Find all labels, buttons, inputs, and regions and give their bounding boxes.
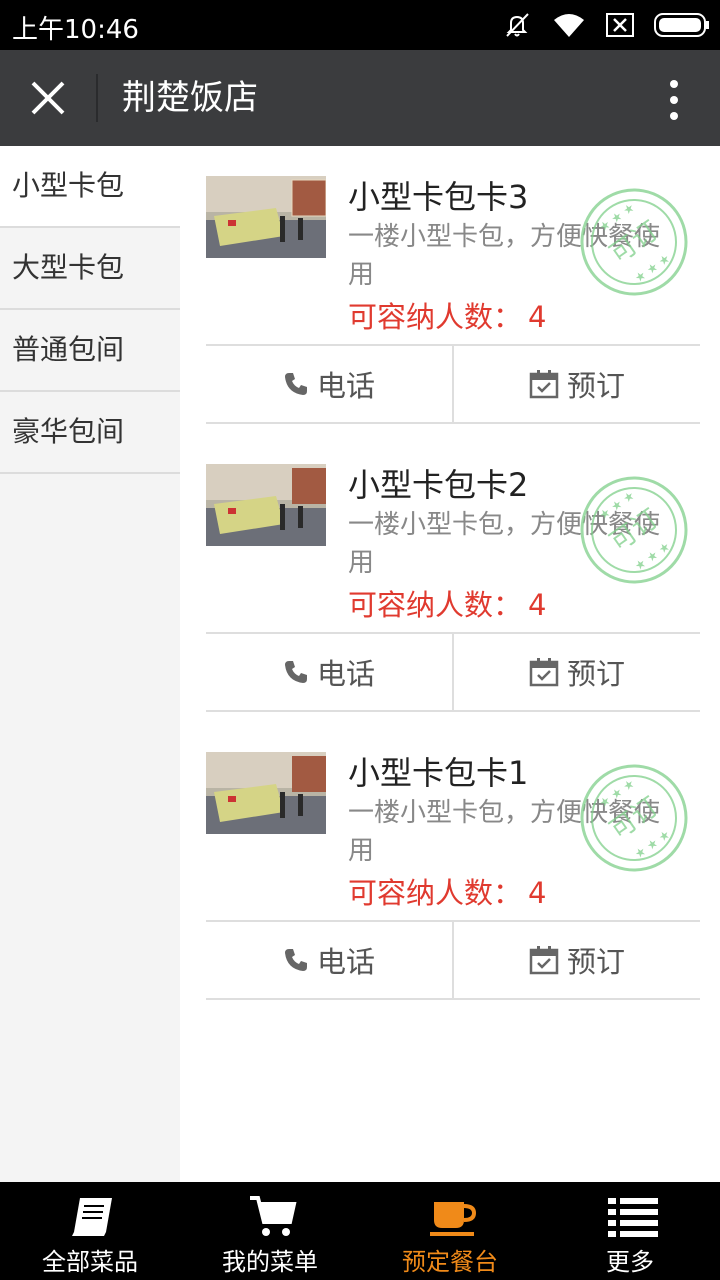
tab-all-dishes[interactable]: 全部菜品 xyxy=(0,1182,180,1280)
room-name: 小型卡包卡2 xyxy=(348,466,529,504)
available-stamp-icon: 可订 ★ ★ ★ ★ ★ ★ xyxy=(580,476,688,584)
book-label: 预订 xyxy=(566,369,625,403)
room-actions: 电话 预订 xyxy=(206,344,700,424)
sidebar-item-private-room[interactable]: 普通包间 xyxy=(0,310,180,392)
room-name: 小型卡包卡3 xyxy=(348,178,529,216)
wifi-icon xyxy=(554,14,584,37)
capacity-label: 可容纳人数： xyxy=(348,876,523,910)
room-name: 小型卡包卡1 xyxy=(348,754,529,792)
room-card: 小型卡包卡3 一楼小型卡包，方便快餐使用 可容纳人数： 4 可订 ★ ★ ★ ★ … xyxy=(206,146,700,434)
room-card: 小型卡包卡1 一楼小型卡包，方便快餐使用 可容纳人数： 4 可订 ★ ★ ★ ★ … xyxy=(206,722,700,1010)
capacity-value: 4 xyxy=(528,588,547,622)
tab-label: 预定餐台 xyxy=(402,1248,498,1276)
room-photo xyxy=(206,752,326,834)
book-button[interactable]: 预订 xyxy=(452,346,700,422)
close-icon[interactable] xyxy=(24,74,72,122)
no-sim-icon xyxy=(606,13,634,37)
room-capacity: 可容纳人数： 4 xyxy=(348,294,546,336)
room-actions: 电话 预订 xyxy=(206,632,700,712)
capacity-label: 可容纳人数： xyxy=(348,588,523,622)
room-photo xyxy=(206,176,326,258)
tab-label: 更多 xyxy=(606,1248,654,1276)
bottom-nav: 全部菜品 我的菜单 预定餐台 更多 xyxy=(0,1182,720,1280)
calendar-check-icon xyxy=(529,658,559,687)
status-time: 上午10:46 xyxy=(12,15,139,45)
tab-more[interactable]: 更多 xyxy=(540,1182,720,1280)
book-label: 预订 xyxy=(566,945,625,979)
call-button[interactable]: 电话 xyxy=(206,634,452,710)
available-stamp-icon: 可订 ★ ★ ★ ★ ★ ★ xyxy=(580,188,688,296)
sidebar-item-large-booth[interactable]: 大型卡包 xyxy=(0,228,180,310)
call-label: 电话 xyxy=(316,945,375,979)
battery-icon xyxy=(654,13,709,37)
tab-label: 全部菜品 xyxy=(42,1248,138,1276)
tab-my-menu[interactable]: 我的菜单 xyxy=(180,1182,360,1280)
room-capacity: 可容纳人数： 4 xyxy=(348,870,546,912)
cup-icon xyxy=(430,1202,477,1236)
phone-icon xyxy=(284,949,307,971)
call-button[interactable]: 电话 xyxy=(206,922,452,998)
room-list: 小型卡包卡3 一楼小型卡包，方便快餐使用 可容纳人数： 4 可订 ★ ★ ★ ★ … xyxy=(206,146,700,1010)
available-stamp-icon: 可订 ★ ★ ★ ★ ★ ★ xyxy=(580,764,688,872)
book-label: 预订 xyxy=(566,657,625,691)
silent-icon xyxy=(506,13,529,37)
capacity-value: 4 xyxy=(528,300,547,334)
sidebar-item-small-booth[interactable]: 小型卡包 xyxy=(0,146,180,228)
room-actions: 电话 预订 xyxy=(206,920,700,1000)
room-capacity: 可容纳人数： 4 xyxy=(348,582,546,624)
calendar-check-icon xyxy=(529,370,559,399)
status-bar: 上午10:46 xyxy=(0,0,720,50)
tab-label: 我的菜单 xyxy=(222,1248,318,1276)
call-button[interactable]: 电话 xyxy=(206,346,452,422)
capacity-value: 4 xyxy=(528,876,547,910)
room-photo xyxy=(206,464,326,546)
phone-icon xyxy=(284,373,307,395)
divider xyxy=(96,74,98,122)
title-bar: 荆楚饭店 xyxy=(0,50,720,146)
more-options-icon[interactable] xyxy=(664,78,684,122)
calendar-check-icon xyxy=(529,946,559,975)
room-card: 小型卡包卡2 一楼小型卡包，方便快餐使用 可容纳人数： 4 可订 ★ ★ ★ ★ … xyxy=(206,434,700,722)
call-label: 电话 xyxy=(316,369,375,403)
tab-reserve-table[interactable]: 预定餐台 xyxy=(360,1182,540,1280)
book-icon xyxy=(72,1198,112,1236)
book-button[interactable]: 预订 xyxy=(452,634,700,710)
sidebar-item-deluxe-room[interactable]: 豪华包间 xyxy=(0,392,180,474)
cart-icon xyxy=(250,1196,297,1236)
category-sidebar: 小型卡包 大型卡包 普通包间 豪华包间 xyxy=(0,146,180,1182)
phone-icon xyxy=(284,661,307,683)
capacity-label: 可容纳人数： xyxy=(348,300,523,334)
list-icon xyxy=(608,1198,658,1237)
page-title: 荆楚饭店 xyxy=(122,78,258,118)
call-label: 电话 xyxy=(316,657,375,691)
book-button[interactable]: 预订 xyxy=(452,922,700,998)
